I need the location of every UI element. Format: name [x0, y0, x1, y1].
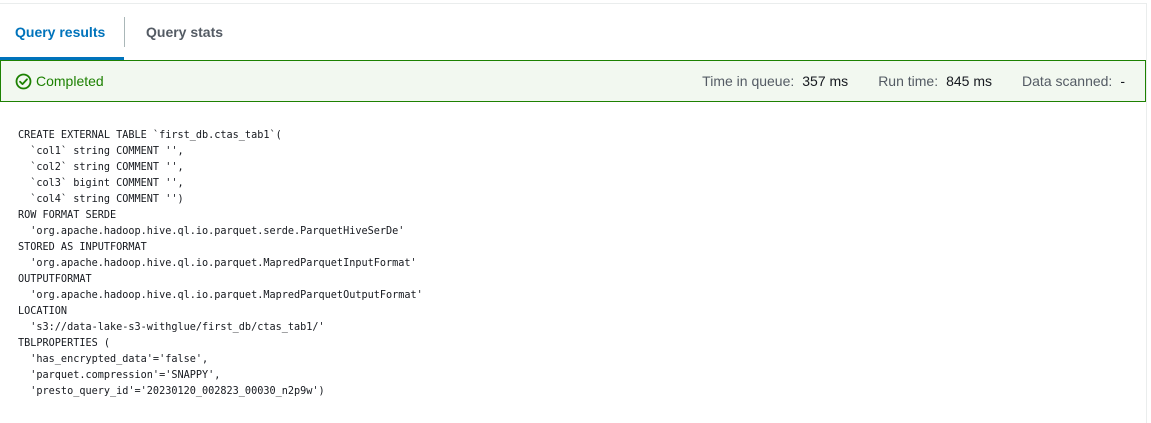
status-text: Completed [36, 73, 104, 89]
result-line: CREATE EXTERNAL TABLE `first_db.ctas_tab… [18, 130, 282, 141]
result-line: `col3` bigint COMMENT '', [18, 178, 184, 189]
result-line: 'org.apache.hadoop.hive.ql.io.parquet.Ma… [18, 290, 423, 301]
result-line: 'org.apache.hadoop.hive.ql.io.parquet.Ma… [18, 258, 417, 269]
query-metrics: Time in queue: 357 ms Run time: 845 ms D… [702, 73, 1145, 89]
result-line: STORED AS INPUTFORMAT [18, 242, 147, 253]
time-in-queue-value: 357 ms [802, 73, 849, 89]
result-line: 'parquet.compression'='SNAPPY', [18, 370, 221, 381]
tab-query-results-label: Query results [15, 24, 106, 40]
result-tabs: Query results Query stats [0, 4, 1146, 60]
tab-query-stats[interactable]: Query stats [125, 4, 243, 60]
time-in-queue-metric: Time in queue: 357 ms [702, 73, 848, 89]
query-result-output[interactable]: CREATE EXTERNAL TABLE `first_db.ctas_tab… [18, 128, 423, 400]
query-status-bar: Completed Time in queue: 357 ms Run time… [0, 60, 1146, 102]
result-line: 'has_encrypted_data'='false', [18, 354, 209, 365]
result-line: 'org.apache.hadoop.hive.ql.io.parquet.se… [18, 226, 405, 237]
result-line: 's3://data-lake-s3-withglue/first_db/cta… [18, 322, 325, 333]
tab-query-stats-label: Query stats [146, 24, 224, 40]
right-divider [1146, 3, 1147, 423]
result-line: TBLPROPERTIES ( [18, 338, 111, 349]
data-scanned-metric: Data scanned: - [1022, 73, 1125, 89]
result-line: `col1` string COMMENT '', [18, 146, 184, 157]
run-time-value: 845 ms [946, 73, 993, 89]
time-in-queue-label: Time in queue: [702, 73, 795, 89]
data-scanned-label: Data scanned: [1022, 73, 1113, 89]
status-indicator: Completed [1, 73, 104, 90]
run-time-label: Run time: [878, 73, 939, 89]
result-line: 'presto_query_id'='20230120_002823_00030… [18, 386, 325, 397]
tab-query-results[interactable]: Query results [0, 4, 124, 60]
run-time-metric: Run time: 845 ms [878, 73, 992, 89]
result-line: `col4` string COMMENT '') [18, 194, 184, 205]
data-scanned-value: - [1120, 73, 1125, 89]
result-line: LOCATION [18, 306, 68, 317]
result-line: OUTPUTFORMAT [18, 274, 92, 285]
query-results-panel: Query results Query stats Completed Time… [0, 0, 1151, 423]
result-line: `col2` string COMMENT '', [18, 162, 184, 173]
result-line: ROW FORMAT SERDE [18, 210, 117, 221]
check-circle-icon [15, 73, 32, 90]
